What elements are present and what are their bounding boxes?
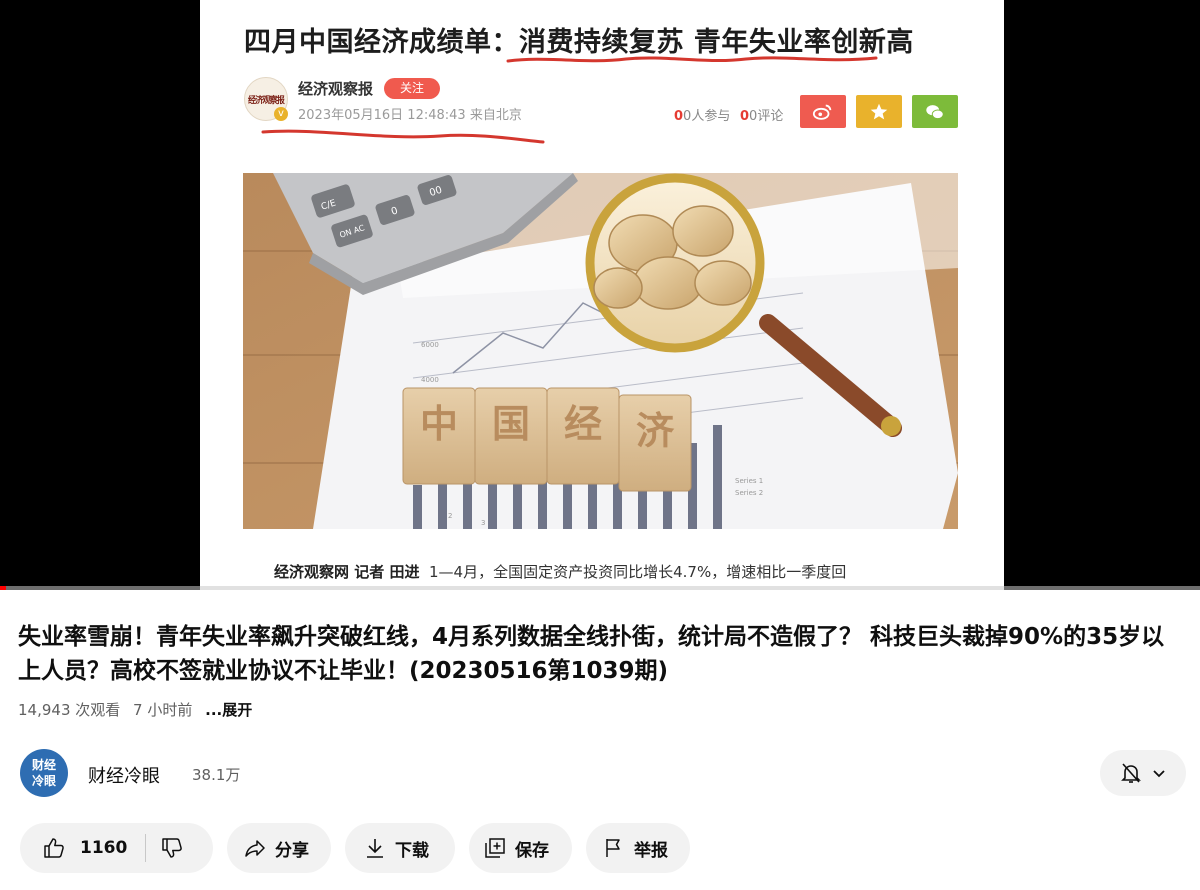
subscriber-count: 38.1万 bbox=[192, 766, 241, 784]
article-datetime: 2023年05月16日 12:48:43 来自北京 bbox=[298, 108, 522, 123]
like-count[interactable]: 1160 bbox=[80, 838, 127, 858]
download-button[interactable]: 下载 bbox=[345, 823, 455, 873]
chart-tick: 3 bbox=[481, 519, 485, 527]
video-frame: 四月中国经济成绩单：消费持续复苏 青年失业率创新高 经济观察报 v 经济观察报 … bbox=[200, 0, 1004, 590]
video-player[interactable]: 四月中国经济成绩单：消费持续复苏 青年失业率创新高 经济观察报 v 经济观察报 … bbox=[0, 0, 1200, 590]
block-char: 国 bbox=[492, 402, 530, 446]
source-underline bbox=[261, 129, 545, 144]
download-label: 下载 bbox=[395, 840, 429, 861]
report-button[interactable]: 举报 bbox=[586, 823, 690, 873]
notification-button[interactable] bbox=[1100, 750, 1186, 796]
headline-underline bbox=[506, 56, 878, 63]
save-button[interactable]: 保存 bbox=[469, 823, 572, 873]
expand-description-link[interactable]: ...展开 bbox=[205, 701, 252, 719]
bell-off-icon bbox=[1121, 763, 1141, 783]
save-playlist-icon bbox=[485, 838, 505, 858]
source-name: 经济观察报 bbox=[298, 80, 374, 98]
thumbs-up-icon[interactable] bbox=[42, 836, 66, 860]
view-count: 14,943 次观看 bbox=[18, 701, 121, 719]
progress-bar[interactable] bbox=[0, 586, 1200, 590]
progress-fill bbox=[0, 586, 6, 590]
avatar-text: 财经 冷眼 bbox=[31, 758, 56, 788]
save-label: 保存 bbox=[515, 840, 549, 861]
upload-age: 7 小时前 bbox=[133, 701, 193, 719]
chart-tick: 6000 bbox=[421, 341, 439, 349]
download-icon bbox=[367, 839, 383, 858]
weibo-icon bbox=[800, 95, 846, 128]
star-icon bbox=[856, 95, 902, 128]
flag-icon bbox=[606, 839, 620, 857]
chart-legend: Series 2 bbox=[735, 489, 763, 497]
article-caption: 经济观察网 记者 田进 1—4月，全国固定资产投资同比增长4.7%，增速相比一季… bbox=[274, 563, 847, 581]
verified-badge-icon: v bbox=[274, 107, 288, 121]
pill-divider bbox=[145, 834, 147, 862]
share-button[interactable]: 分享 bbox=[227, 823, 331, 873]
wechat-icon bbox=[912, 95, 958, 128]
chevron-down-icon bbox=[1153, 770, 1165, 778]
participants-count: 00人参与 bbox=[674, 109, 731, 124]
report-label: 举报 bbox=[634, 840, 668, 861]
chart-tick: 4000 bbox=[421, 376, 439, 384]
block-char: 济 bbox=[636, 409, 675, 453]
block-char: 中 bbox=[420, 402, 458, 446]
share-label: 分享 bbox=[275, 840, 309, 861]
chart-tick: 2 bbox=[448, 512, 452, 520]
channel-name[interactable]: 财经冷眼 bbox=[88, 762, 160, 788]
article-photo: 6000 4000 2000 1 2 3 Series 1 Series 2 bbox=[243, 173, 958, 529]
block-char: 经 bbox=[564, 402, 602, 446]
chart-legend: Series 1 bbox=[735, 477, 763, 485]
video-title: 失业率雪崩！青年失业率飙升突破红线，4月系列数据全线扑街，统计局不造假了？ 科技… bbox=[18, 624, 1165, 684]
comments-count: 00评论 bbox=[740, 109, 784, 124]
thumbs-down-icon[interactable] bbox=[160, 836, 184, 860]
video-meta: 14,943 次观看 7 小时前 ...展开 bbox=[18, 699, 260, 720]
share-icon bbox=[245, 840, 265, 857]
like-dislike-group: 1160 bbox=[20, 823, 213, 873]
channel-avatar[interactable]: 财经 冷眼 bbox=[20, 749, 68, 797]
follow-button: 关注 bbox=[384, 78, 440, 99]
